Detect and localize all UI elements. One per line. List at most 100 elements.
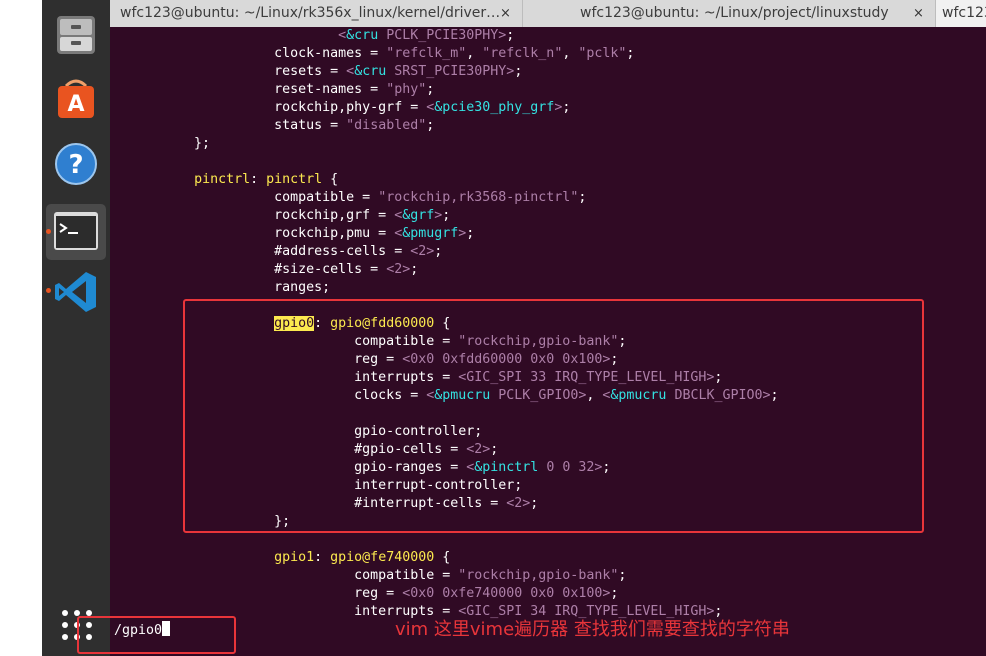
- files-icon[interactable]: [52, 10, 100, 58]
- code-line: ranges;: [114, 279, 779, 297]
- software-center-icon[interactable]: A: [52, 74, 100, 122]
- left-margin: [0, 0, 42, 656]
- code-line: <&cru PCLK_PCIE30PHY>;: [114, 27, 779, 45]
- svg-text:A: A: [67, 92, 84, 117]
- highlight-box-command: [77, 616, 236, 654]
- code-token: ;: [426, 118, 435, 133]
- terminal-tab[interactable]: wfc123@ubuntu: ~/Linux/rk356x_linux/kern…: [110, 0, 523, 27]
- code-token: "phy": [386, 82, 427, 97]
- code-token: #size-cells =: [114, 262, 387, 277]
- tab-title: wfc123@: [942, 5, 986, 21]
- code-line: };: [114, 135, 779, 153]
- code-token: "rockchip,rk3568-pinctrl": [378, 190, 579, 205]
- code-token: rockchip,grf =: [114, 208, 395, 223]
- code-line: clock-names = "refclk_m", "refclk_n", "p…: [114, 45, 779, 63]
- code-token: "refclk_m": [386, 46, 467, 61]
- code-token: &grf: [402, 208, 435, 223]
- code-token: reg =: [114, 586, 403, 601]
- code-token: #address-cells =: [114, 244, 411, 259]
- code-token: "refclk_n": [482, 46, 563, 61]
- code-token: gpio@fe740000: [330, 550, 435, 565]
- code-token: "disabled": [346, 118, 427, 133]
- code-line: pinctrl: pinctrl {: [114, 171, 779, 189]
- help-icon[interactable]: ?: [52, 140, 100, 188]
- code-line: resets = <&cru SRST_PCIE30PHY>;: [114, 63, 779, 81]
- close-icon[interactable]: ×: [500, 0, 511, 27]
- code-token: &pmugrf: [402, 226, 459, 241]
- code-token: "pclk": [578, 46, 627, 61]
- terminal-icon[interactable]: [46, 204, 106, 260]
- running-indicator: [46, 229, 51, 234]
- code-token: <2>: [410, 244, 435, 259]
- code-token: PCLK_PCIE30PHY>: [378, 28, 507, 43]
- code-token: rockchip,phy-grf =: [114, 100, 427, 115]
- code-token: &cru: [346, 28, 379, 43]
- code-token: <2>: [386, 262, 411, 277]
- code-token: :: [314, 550, 331, 565]
- code-token: ;: [610, 586, 619, 601]
- code-line: rockchip,pmu = <&pmugrf>;: [114, 225, 779, 243]
- code-token: ,: [562, 46, 579, 61]
- code-token: resets =: [114, 64, 347, 79]
- code-token: compatible =: [114, 190, 379, 205]
- code-token: {: [434, 550, 451, 565]
- code-token: ;: [562, 100, 571, 115]
- code-line: status = "disabled";: [114, 117, 779, 135]
- terminal-tab-bar: wfc123@ubuntu: ~/Linux/rk356x_linux/kern…: [110, 0, 986, 27]
- code-token: pinctrl: [194, 172, 251, 187]
- code-token: ;: [506, 28, 515, 43]
- code-token: SRST_PCIE30PHY>: [386, 64, 515, 79]
- code-token: <0x0 0xfe740000 0x0 0x100>: [402, 586, 611, 601]
- code-token: reset-names =: [114, 82, 387, 97]
- code-line: reset-names = "phy";: [114, 81, 779, 99]
- tab-title: wfc123@ubuntu: ~/Linux/rk356x_linux/kern…: [120, 5, 501, 21]
- svg-text:?: ?: [68, 150, 83, 180]
- terminal-tab-active[interactable]: wfc123@: [936, 0, 986, 27]
- code-line: rockchip,phy-grf = <&pcie30_phy_grf>;: [114, 99, 779, 117]
- launcher-dock: A ?: [42, 0, 110, 656]
- code-token: ;: [442, 208, 451, 223]
- code-token: :: [250, 172, 267, 187]
- code-line: gpio1: gpio@fe740000 {: [114, 549, 779, 567]
- code-token: compatible =: [114, 568, 459, 583]
- code-token: ;: [514, 64, 523, 79]
- code-token: ;: [466, 226, 475, 241]
- code-token: ,: [466, 46, 483, 61]
- code-line: compatible = "rockchip,gpio-bank";: [114, 567, 779, 585]
- tab-title: wfc123@ubuntu: ~/Linux/project/linuxstud…: [580, 5, 889, 21]
- code-token: pinctrl: [266, 172, 323, 187]
- code-line: compatible = "rockchip,rk3568-pinctrl";: [114, 189, 779, 207]
- code-token: {: [322, 172, 339, 187]
- running-indicator: [46, 288, 51, 293]
- code-line: #address-cells = <2>;: [114, 243, 779, 261]
- terminal-tab[interactable]: wfc123@ubuntu: ~/Linux/project/linuxstud…: [523, 0, 936, 27]
- highlight-box-gpio0-node: [183, 299, 924, 533]
- code-token: gpio1: [274, 550, 315, 565]
- annotation-text: vim 这里vime遍历器 查找我们需要查找的字符串: [395, 619, 790, 640]
- code-token: ;: [434, 244, 443, 259]
- code-token: &cru: [354, 64, 387, 79]
- code-token: &pcie30_phy_grf: [434, 100, 555, 115]
- code-token: ;: [618, 568, 627, 583]
- code-token: clock-names =: [114, 46, 387, 61]
- code-token: ;: [426, 82, 435, 97]
- code-line: #size-cells = <2>;: [114, 261, 779, 279]
- code-token: ranges;: [114, 280, 331, 295]
- code-line: reg = <0x0 0xfe740000 0x0 0x100>;: [114, 585, 779, 603]
- code-token: "rockchip,gpio-bank": [458, 568, 619, 583]
- close-icon[interactable]: ×: [913, 0, 924, 27]
- code-token: <: [338, 28, 347, 43]
- vscode-icon[interactable]: [46, 268, 100, 316]
- code-token: <: [346, 64, 355, 79]
- code-token: };: [114, 136, 211, 151]
- code-token: rockchip,pmu =: [114, 226, 395, 241]
- code-token: status =: [114, 118, 347, 133]
- code-token: ;: [410, 262, 419, 277]
- code-token: ;: [626, 46, 635, 61]
- code-line: rockchip,grf = <&grf>;: [114, 207, 779, 225]
